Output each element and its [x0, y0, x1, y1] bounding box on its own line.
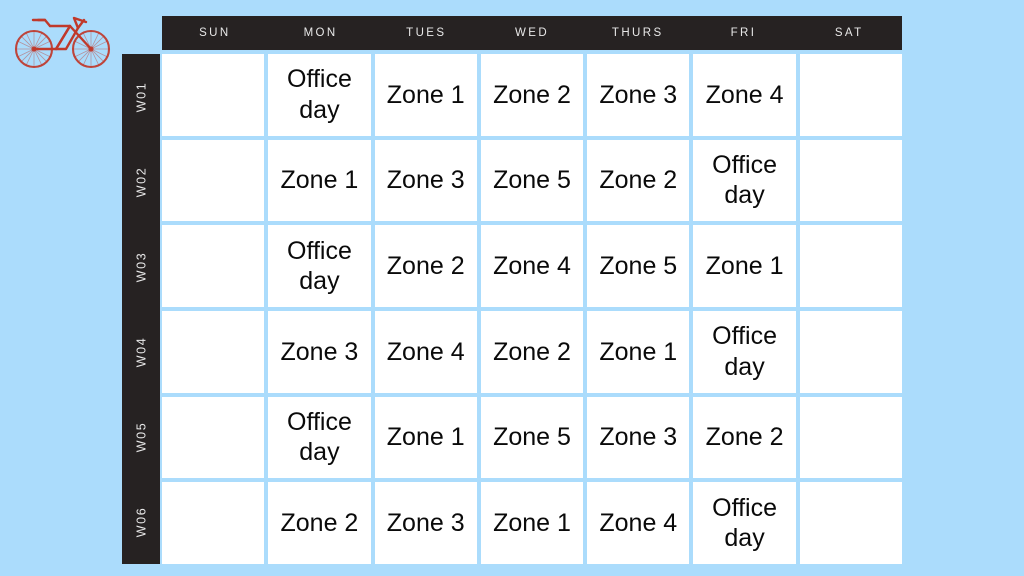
week-label-column: W01 W02 W03 W04 W05 W06: [122, 54, 160, 564]
cell-w01-wed[interactable]: Zone 2: [480, 54, 584, 136]
cell-w01-thurs-text: Zone 3: [599, 80, 678, 109]
cell-w06-wed-text: Zone 1: [493, 508, 571, 537]
day-header-sun: SUN: [199, 27, 231, 39]
cell-w06-sun[interactable]: [162, 482, 265, 564]
cell-w05-sun[interactable]: [162, 396, 265, 479]
cell-w02-thurs[interactable]: Zone 2: [587, 139, 690, 222]
cell-w01-mon-text: Office day: [287, 65, 352, 124]
cell-w01-tues[interactable]: Zone 1: [374, 54, 477, 136]
cell-w06-tues-text: Zone 3: [386, 508, 465, 537]
cell-w04-tues-text: Zone 4: [386, 337, 465, 366]
cell-w05-mon-text: Office day: [287, 407, 352, 467]
calendar-table: SUN MON TUES WED THURS FRI SAT W01 W02 W…: [122, 16, 902, 564]
cell-w05-thurs-text: Zone 3: [599, 423, 678, 452]
cell-w06-thurs[interactable]: Zone 4: [587, 482, 690, 564]
cell-w03-thurs-text: Zone 5: [599, 251, 678, 280]
cell-w01-sat[interactable]: [799, 54, 902, 136]
cell-w05-fri[interactable]: Zone 2: [693, 396, 796, 479]
cell-w06-mon[interactable]: Zone 2: [268, 482, 371, 564]
cell-w05-mon[interactable]: Office day: [268, 396, 371, 479]
cell-w03-mon[interactable]: Office day: [268, 225, 371, 307]
week-label-w04-text: W04: [133, 336, 148, 367]
cell-w03-fri[interactable]: Zone 1: [693, 225, 796, 307]
week-label-w03: W03: [122, 224, 160, 309]
cell-w02-tues[interactable]: Zone 3: [374, 139, 477, 222]
cell-w05-tues-text: Zone 1: [386, 423, 465, 452]
week-label-w01-text: W01: [133, 81, 148, 112]
day-header-thurs: THURS: [611, 27, 664, 39]
cell-w03-fri-text: Zone 1: [705, 251, 784, 280]
cell-w02-sat[interactable]: [799, 139, 902, 222]
cell-w03-wed[interactable]: Zone 4: [480, 225, 584, 307]
cell-w01-wed-text: Zone 2: [493, 80, 571, 109]
cell-w01-tues-text: Zone 1: [386, 80, 465, 109]
cell-w02-wed-text: Zone 5: [493, 166, 571, 195]
cell-w04-fri[interactable]: Office day: [693, 310, 796, 393]
cell-w04-mon-text: Zone 3: [280, 337, 359, 366]
day-header-tues: TUES: [406, 27, 447, 39]
cell-w06-thurs-text: Zone 4: [599, 508, 678, 537]
cell-w03-wed-text: Zone 4: [493, 251, 571, 280]
bicycle-logo: [14, 16, 111, 69]
cell-w04-wed[interactable]: Zone 2: [480, 310, 584, 393]
cell-w01-fri-text: Zone 4: [705, 80, 784, 109]
cell-w01-thurs[interactable]: Zone 3: [587, 54, 690, 136]
cell-w04-thurs-text: Zone 1: [599, 337, 678, 366]
cell-w02-wed[interactable]: Zone 5: [480, 139, 584, 222]
week-label-w01: W01: [122, 54, 160, 139]
cell-w04-mon[interactable]: Zone 3: [268, 310, 371, 393]
cell-w04-tues[interactable]: Zone 4: [374, 310, 477, 393]
cell-w06-tues[interactable]: Zone 3: [374, 482, 477, 564]
cell-w03-thurs[interactable]: Zone 5: [587, 225, 690, 307]
cell-w03-sun[interactable]: [162, 225, 265, 307]
cell-w03-mon-text: Office day: [287, 236, 352, 296]
cell-w02-thurs-text: Zone 2: [599, 166, 678, 195]
cell-w05-sat[interactable]: [799, 396, 902, 479]
week-label-w04: W04: [122, 309, 160, 394]
day-header-fri: FRI: [730, 27, 757, 39]
cell-w01-mon[interactable]: Office day: [268, 54, 371, 136]
day-header-wed: WED: [515, 27, 550, 39]
cell-w04-fri-text: Office day: [712, 322, 777, 381]
cell-w05-wed-text: Zone 5: [493, 423, 571, 452]
cell-w04-wed-text: Zone 2: [493, 337, 571, 366]
day-header-row: SUN MON TUES WED THURS FRI SAT: [162, 16, 902, 50]
cell-w06-fri-text: Office day: [712, 493, 777, 553]
cell-w02-sun[interactable]: [162, 139, 265, 222]
week-label-w03-text: W03: [133, 251, 148, 282]
cell-w06-mon-text: Zone 2: [280, 508, 359, 537]
cell-w03-tues-text: Zone 2: [386, 251, 465, 280]
cell-w02-fri[interactable]: Office day: [693, 139, 796, 222]
cell-w02-mon[interactable]: Zone 1: [268, 139, 371, 222]
day-header-sat: SAT: [834, 27, 864, 39]
week-label-w06: W06: [122, 479, 160, 564]
cell-w01-fri[interactable]: Zone 4: [693, 54, 796, 136]
cell-w05-tues[interactable]: Zone 1: [374, 396, 477, 479]
week-label-w02-text: W02: [133, 166, 148, 197]
cell-w03-sat[interactable]: [799, 225, 902, 307]
week-label-w05-text: W05: [133, 421, 148, 452]
cell-w02-fri-text: Office day: [712, 150, 777, 210]
cell-w01-sun[interactable]: [162, 54, 265, 136]
day-header-mon: MON: [303, 27, 338, 39]
cell-w02-mon-text: Zone 1: [280, 166, 359, 195]
week-label-w05: W05: [122, 394, 160, 479]
cell-w06-fri[interactable]: Office day: [693, 482, 796, 564]
cell-w06-wed[interactable]: Zone 1: [480, 482, 584, 564]
cell-w05-fri-text: Zone 2: [705, 423, 784, 452]
cell-w05-wed[interactable]: Zone 5: [480, 396, 584, 479]
cell-w06-sat[interactable]: [799, 482, 902, 564]
cell-w04-sun[interactable]: [162, 310, 265, 393]
week-label-w06-text: W06: [133, 506, 148, 537]
cell-w03-tues[interactable]: Zone 2: [374, 225, 477, 307]
week-label-w02: W02: [122, 139, 160, 224]
calendar-grid: Office day Zone 1 Zone 2 Zone 3 Zone 4 Z…: [162, 54, 902, 564]
cell-w04-thurs[interactable]: Zone 1: [587, 310, 690, 393]
cell-w05-thurs[interactable]: Zone 3: [587, 396, 690, 479]
cell-w02-tues-text: Zone 3: [386, 166, 465, 195]
cell-w04-sat[interactable]: [799, 310, 902, 393]
